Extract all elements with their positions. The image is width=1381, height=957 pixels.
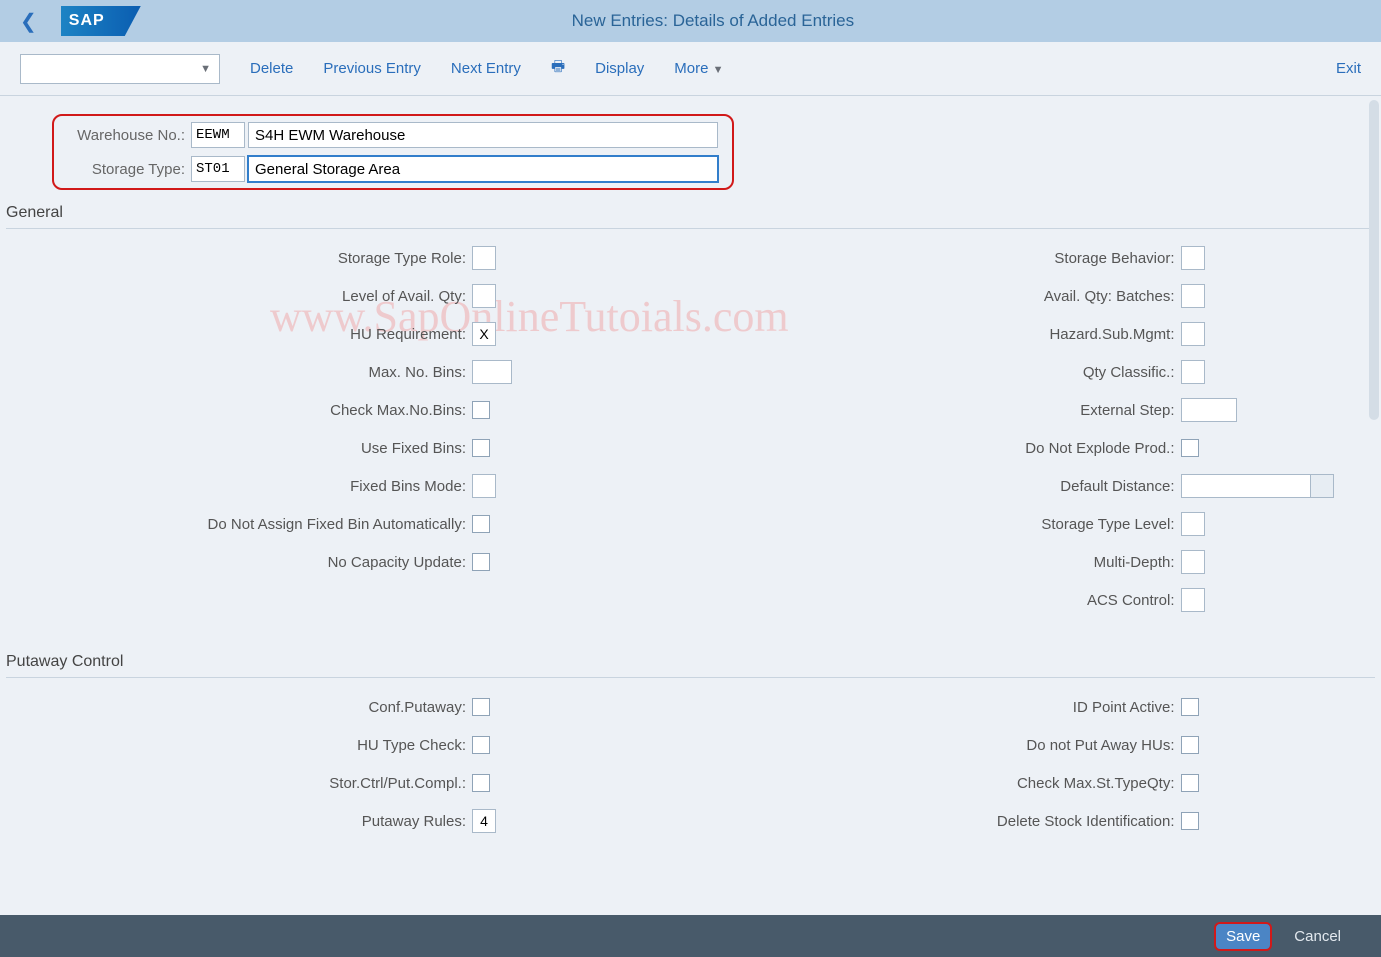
exit-button[interactable]: Exit — [1336, 60, 1361, 77]
putaway-section-title: Putaway Control — [0, 649, 1381, 677]
qty-classific-input[interactable] — [1181, 360, 1205, 384]
hu-type-check-label: HU Type Check: — [0, 737, 472, 754]
no-put-away-hus-label: Do not Put Away HUs: — [691, 737, 1181, 754]
storage-behavior-label: Storage Behavior: — [691, 250, 1181, 267]
external-step-input[interactable] — [1181, 398, 1237, 422]
storage-type-level-label: Storage Type Level: — [691, 516, 1181, 533]
warehouse-no-input[interactable] — [191, 122, 245, 148]
storage-type-input[interactable] — [191, 156, 245, 182]
back-icon[interactable]: ❮ — [14, 9, 43, 34]
no-capacity-update-checkbox[interactable] — [472, 553, 490, 571]
conf-putaway-checkbox[interactable] — [472, 698, 490, 716]
chevron-down-icon: ▼ — [200, 63, 211, 75]
more-label: More — [674, 60, 708, 77]
display-button[interactable]: Display — [595, 60, 644, 77]
no-explode-prod-checkbox[interactable] — [1181, 439, 1199, 457]
id-point-active-label: ID Point Active: — [691, 699, 1181, 716]
fixed-bins-mode-input[interactable] — [472, 474, 496, 498]
variant-select[interactable]: ▼ — [20, 54, 220, 84]
default-distance-input[interactable] — [1181, 474, 1311, 498]
no-auto-fixed-bin-checkbox[interactable] — [472, 515, 490, 533]
no-put-away-hus-checkbox[interactable] — [1181, 736, 1199, 754]
hu-type-check-checkbox[interactable] — [472, 736, 490, 754]
acs-control-input[interactable] — [1181, 588, 1205, 612]
check-max-bins-label: Check Max.No.Bins: — [0, 402, 472, 419]
delete-button[interactable]: Delete — [250, 60, 293, 77]
sap-logo: SAP — [61, 6, 141, 36]
qty-classific-label: Qty Classific.: — [691, 364, 1181, 381]
print-icon[interactable]: 🖶 — [551, 56, 565, 81]
check-max-bins-checkbox[interactable] — [472, 401, 490, 419]
conf-putaway-label: Conf.Putaway: — [0, 699, 472, 716]
toolbar: ▼ Delete Previous Entry Next Entry 🖶 Dis… — [0, 42, 1381, 96]
next-entry-button[interactable]: Next Entry — [451, 60, 521, 77]
check-max-st-typeqty-checkbox[interactable] — [1181, 774, 1199, 792]
check-max-st-typeqty-label: Check Max.St.TypeQty: — [691, 775, 1181, 792]
storage-type-role-label: Storage Type Role: — [0, 250, 472, 267]
default-distance-label: Default Distance: — [691, 478, 1181, 495]
id-point-active-checkbox[interactable] — [1181, 698, 1199, 716]
divider — [6, 228, 1375, 229]
acs-control-label: ACS Control: — [691, 592, 1181, 609]
max-no-bins-label: Max. No. Bins: — [0, 364, 472, 381]
multi-depth-label: Multi-Depth: — [691, 554, 1181, 571]
title-bar: ❮ SAP New Entries: Details of Added Entr… — [0, 0, 1381, 42]
no-explode-prod-label: Do Not Explode Prod.: — [691, 440, 1181, 457]
chevron-down-icon: ▼ — [713, 64, 724, 76]
multi-depth-input[interactable] — [1181, 550, 1205, 574]
no-capacity-update-label: No Capacity Update: — [0, 554, 472, 571]
divider — [6, 677, 1375, 678]
content-area: www.SapOnlineTutoials.com Warehouse No.:… — [0, 96, 1381, 915]
storage-type-role-input[interactable] — [472, 246, 496, 270]
avail-qty-batches-label: Avail. Qty: Batches: — [691, 288, 1181, 305]
max-no-bins-input[interactable] — [472, 360, 512, 384]
use-fixed-bins-label: Use Fixed Bins: — [0, 440, 472, 457]
general-section-title: General — [0, 200, 1381, 228]
storage-type-label: Storage Type: — [56, 161, 191, 178]
avail-qty-batches-input[interactable] — [1181, 284, 1205, 308]
external-step-label: External Step: — [691, 402, 1181, 419]
no-auto-fixed-bin-label: Do Not Assign Fixed Bin Automatically: — [0, 516, 472, 533]
hu-requirement-input[interactable] — [472, 322, 496, 346]
hu-requirement-label: HU Requirement: — [0, 326, 472, 343]
hazard-sub-mgmt-input[interactable] — [1181, 322, 1205, 346]
save-button[interactable]: Save — [1214, 922, 1272, 951]
delete-stock-id-checkbox[interactable] — [1181, 812, 1199, 830]
page-title: New Entries: Details of Added Entries — [159, 11, 1367, 31]
stor-ctrl-put-compl-checkbox[interactable] — [472, 774, 490, 792]
warehouse-desc-input[interactable] — [248, 122, 718, 148]
level-avail-qty-label: Level of Avail. Qty: — [0, 288, 472, 305]
previous-entry-button[interactable]: Previous Entry — [323, 60, 421, 77]
stor-ctrl-put-compl-label: Stor.Ctrl/Put.Compl.: — [0, 775, 472, 792]
fixed-bins-mode-label: Fixed Bins Mode: — [0, 478, 472, 495]
default-distance-help-button[interactable] — [1310, 474, 1334, 498]
more-button[interactable]: More ▼ — [674, 60, 723, 77]
level-avail-qty-input[interactable] — [472, 284, 496, 308]
key-fields-group: Warehouse No.: Storage Type: — [52, 114, 734, 190]
storage-type-level-input[interactable] — [1181, 512, 1205, 536]
hazard-sub-mgmt-label: Hazard.Sub.Mgmt: — [691, 326, 1181, 343]
footer-bar: Save Cancel — [0, 915, 1381, 957]
storage-type-desc-input[interactable] — [248, 156, 718, 182]
cancel-button[interactable]: Cancel — [1294, 928, 1341, 945]
warehouse-no-label: Warehouse No.: — [56, 127, 191, 144]
putaway-rules-label: Putaway Rules: — [0, 813, 472, 830]
putaway-rules-input[interactable] — [472, 809, 496, 833]
use-fixed-bins-checkbox[interactable] — [472, 439, 490, 457]
delete-stock-id-label: Delete Stock Identification: — [691, 813, 1181, 830]
storage-behavior-input[interactable] — [1181, 246, 1205, 270]
